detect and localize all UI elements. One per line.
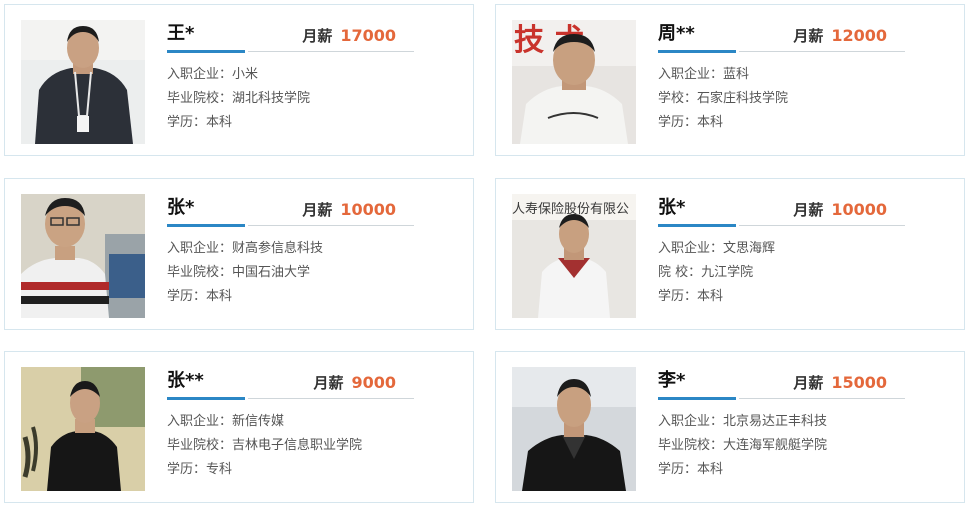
degree-info: 学历：本科 <box>167 289 233 304</box>
salary: 月薪 15000 <box>793 372 887 394</box>
salary-value: 10000 <box>340 200 396 219</box>
salary: 月薪 17000 <box>302 25 396 47</box>
student-card[interactable]: 王* 月薪 17000 入职企业：小米 毕业院校：湖北科技学院 学历：本科 <box>4 4 474 156</box>
student-card[interactable]: 张* 月薪 10000 入职企业：财高参信息科技 毕业院校：中国石油大学 学历：本… <box>4 178 474 330</box>
divider-line <box>739 51 905 52</box>
salary-label: 月薪 <box>793 201 824 219</box>
company-info: 入职企业：蓝科 <box>658 67 750 82</box>
company-info: 入职企业：财高参信息科技 <box>167 241 324 256</box>
salary: 月薪 10000 <box>302 199 396 221</box>
name-underline <box>167 50 245 53</box>
salary-value: 9000 <box>351 373 396 392</box>
salary-label: 月薪 <box>302 27 333 45</box>
student-card[interactable]: 技 术 周** 月薪 12000 入职企业：蓝科 学校：石家庄科技学院 学历：本科 <box>495 4 965 156</box>
salary-value: 12000 <box>831 26 887 45</box>
name-underline <box>658 50 736 53</box>
salary: 月薪 12000 <box>793 25 887 47</box>
salary-label: 月薪 <box>793 374 824 392</box>
name-underline <box>167 397 245 400</box>
salary-value: 17000 <box>340 26 396 45</box>
salary: 月薪 9000 <box>313 372 396 394</box>
divider-line <box>739 225 905 226</box>
student-name: 李* <box>658 370 686 391</box>
student-photo <box>21 20 145 144</box>
degree-info: 学历：本科 <box>658 289 724 304</box>
company-info: 入职企业：新信传媒 <box>167 414 285 429</box>
name-underline <box>658 224 736 227</box>
school-info: 学校：石家庄科技学院 <box>658 91 789 106</box>
degree-info: 学历：本科 <box>167 115 233 130</box>
student-photo: 技 术 <box>512 20 636 144</box>
salary-value: 10000 <box>831 200 887 219</box>
salary-value: 15000 <box>831 373 887 392</box>
company-info: 入职企业：北京易达正丰科技 <box>658 414 828 429</box>
divider-line <box>248 398 414 399</box>
name-underline <box>658 397 736 400</box>
student-name: 周** <box>658 23 695 44</box>
degree-info: 学历：本科 <box>658 115 724 130</box>
school-info: 毕业院校：大连海军舰艇学院 <box>658 438 828 453</box>
divider-line <box>248 51 414 52</box>
school-info: 毕业院校：吉林电子信息职业学院 <box>167 438 363 453</box>
student-name: 王* <box>167 23 195 44</box>
salary-label: 月薪 <box>793 27 824 45</box>
student-card[interactable]: 人寿保险股份有限公 张* 月薪 10000 入职企业：文思海辉 院 校：九江学院 … <box>495 178 965 330</box>
student-card[interactable]: 张** 月薪 9000 入职企业：新信传媒 毕业院校：吉林电子信息职业学院 学历：… <box>4 351 474 503</box>
student-photo: 人寿保险股份有限公 <box>512 194 636 318</box>
degree-info: 学历：本科 <box>658 462 724 477</box>
school-info: 毕业院校：湖北科技学院 <box>167 91 311 106</box>
school-info: 院 校：九江学院 <box>658 265 754 280</box>
salary-label: 月薪 <box>302 201 333 219</box>
company-info: 入职企业：文思海辉 <box>658 241 776 256</box>
divider-line <box>248 225 414 226</box>
student-name: 张* <box>167 197 195 218</box>
student-name: 张** <box>167 370 204 391</box>
school-info: 毕业院校：中国石油大学 <box>167 265 311 280</box>
salary: 月薪 10000 <box>793 199 887 221</box>
student-photo <box>21 194 145 318</box>
company-info: 入职企业：小米 <box>167 67 259 82</box>
name-underline <box>167 224 245 227</box>
student-photo <box>21 367 145 491</box>
degree-info: 学历：专科 <box>167 462 233 477</box>
divider-line <box>739 398 905 399</box>
student-card[interactable]: 李* 月薪 15000 入职企业：北京易达正丰科技 毕业院校：大连海军舰艇学院 学… <box>495 351 965 503</box>
student-name: 张* <box>658 197 686 218</box>
student-photo <box>512 367 636 491</box>
salary-label: 月薪 <box>313 374 344 392</box>
